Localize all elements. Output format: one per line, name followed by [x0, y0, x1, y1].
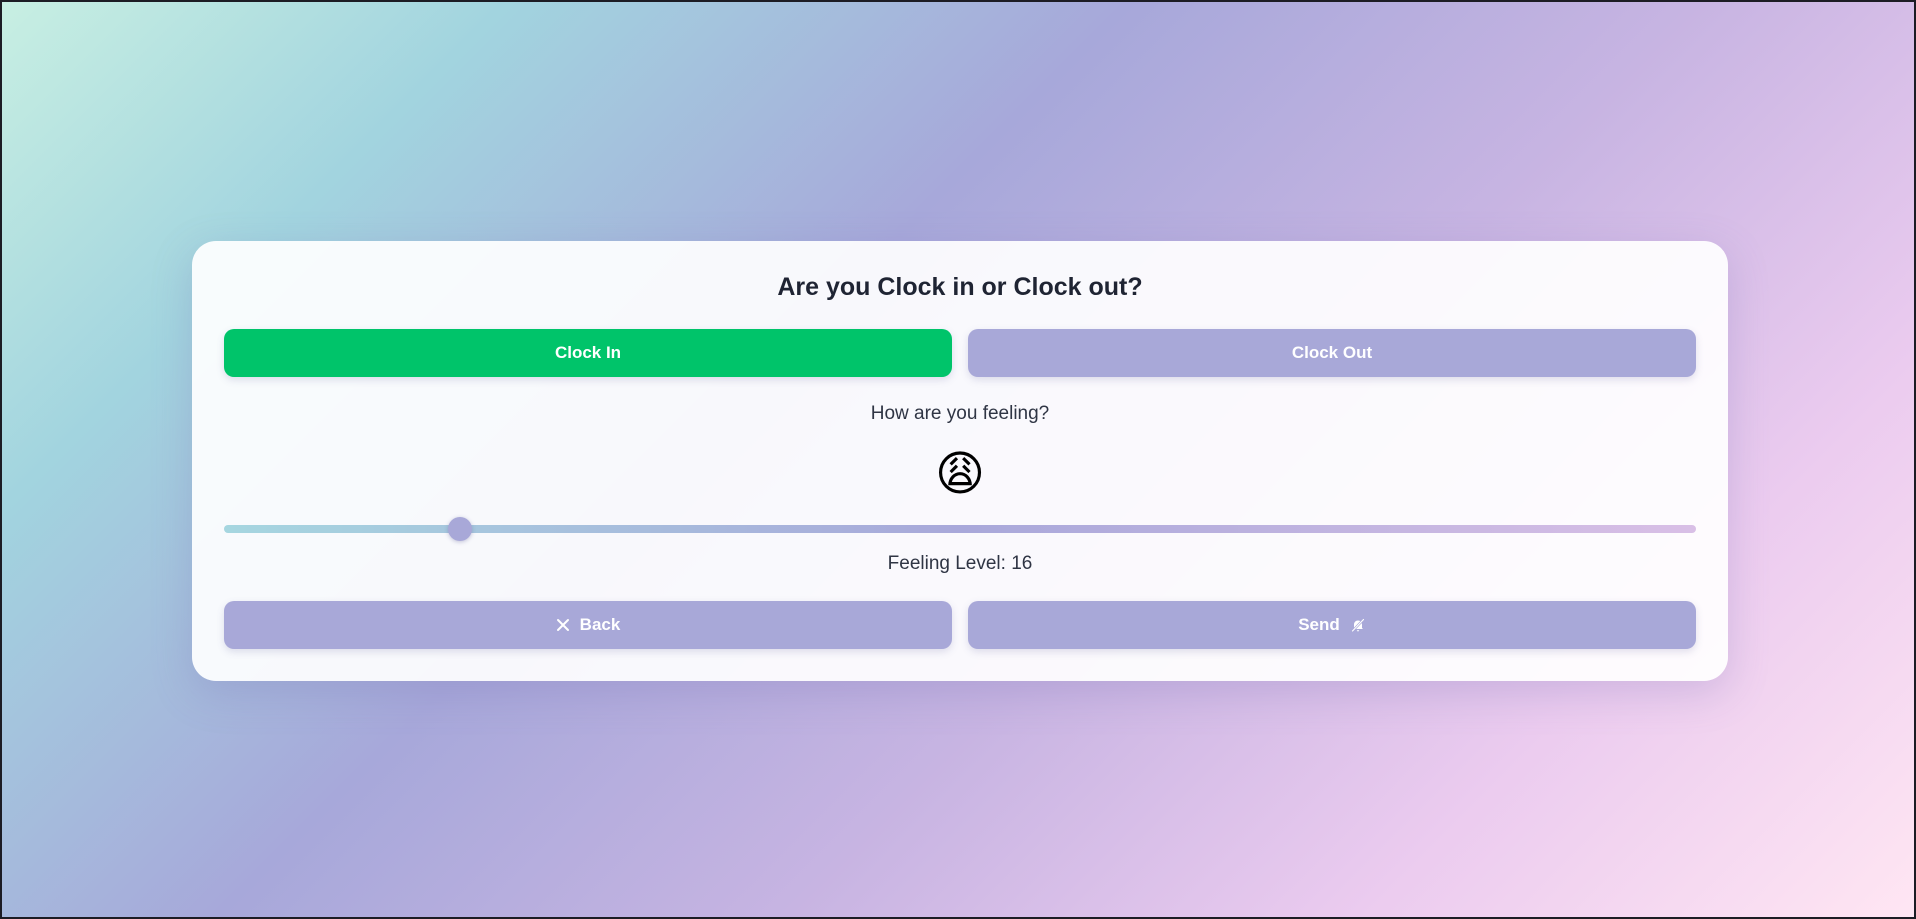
weary-face-icon: 😩 — [934, 448, 986, 501]
clock-out-button[interactable]: Clock Out — [968, 329, 1696, 377]
page-title: Are you Clock in or Clock out? — [777, 273, 1143, 301]
back-button[interactable]: Back — [224, 601, 952, 649]
close-icon — [556, 619, 569, 631]
bell-off-icon — [1351, 618, 1365, 633]
clock-out-label: Clock Out — [1291, 343, 1373, 362]
clock-in-button[interactable]: Clock In — [224, 329, 952, 377]
clock-in-label: Clock In — [554, 343, 622, 362]
feeling-question: How are you feeling? — [870, 403, 1050, 424]
send-button[interactable]: Send — [968, 601, 1696, 649]
feeling-slider-thumb[interactable] — [447, 517, 472, 541]
clock-card: Are you Clock in or Clock out? Clock In … — [192, 241, 1728, 681]
feeling-slider-track[interactable] — [224, 525, 1696, 533]
feeling-level-text: Feeling Level: 16 — [887, 553, 1033, 574]
send-label: Send — [1298, 615, 1340, 634]
back-label: Back — [579, 615, 621, 634]
